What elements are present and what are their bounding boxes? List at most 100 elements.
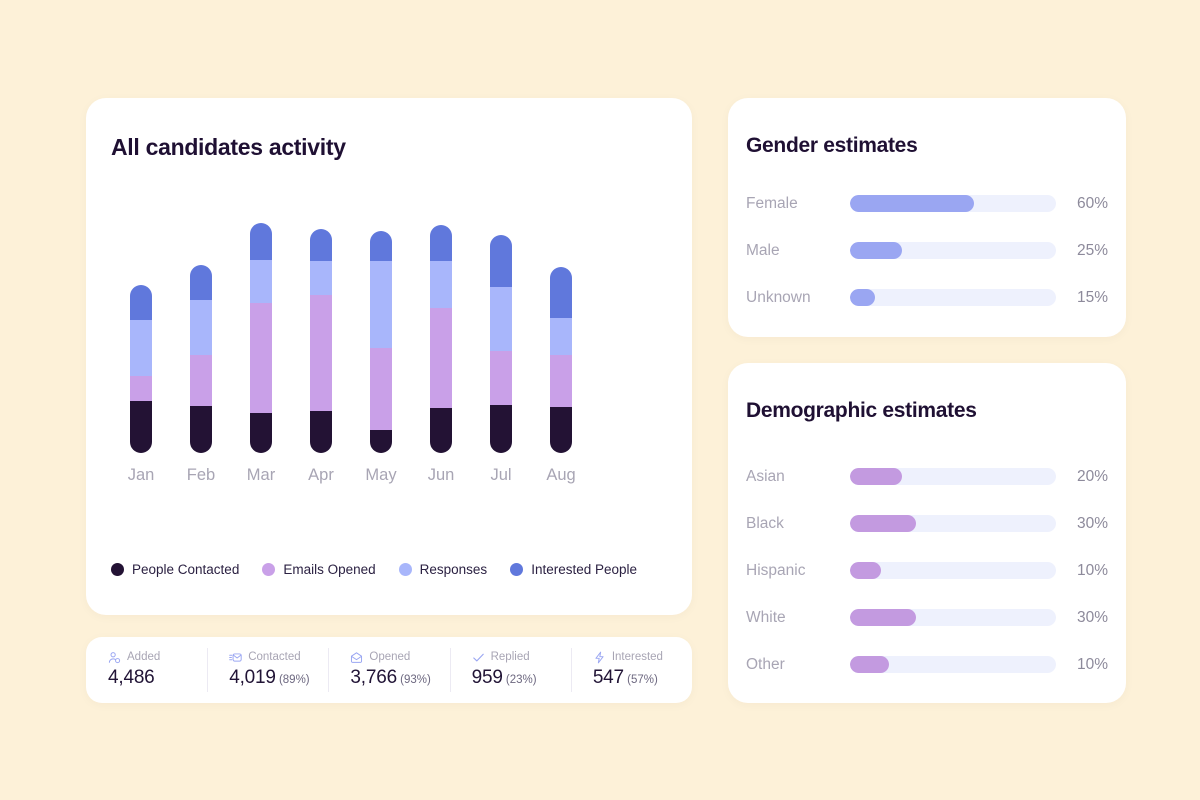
chart-bar[interactable] [550,267,572,453]
demographic-estimate-value: 30% [1076,608,1108,626]
gender-estimates-list: Female 60% Male 25% Unknown 15% [746,180,1108,321]
chart-bar-segment [130,401,152,453]
demographic-estimate-row[interactable]: Asian 20% [746,453,1108,500]
legend-color-dot-icon [262,563,276,576]
stat-header: Added [108,648,207,666]
chart-bar[interactable] [310,229,332,453]
chart-x-label: Apr [308,466,334,484]
gender-estimate-fill [850,289,875,306]
chart-bar-slot[interactable] [171,198,231,453]
demographic-estimate-row[interactable]: White 30% [746,594,1108,641]
summary-stats-row: Added 4,486 Contacted 4,019 (89%) Opened 3,76… [86,637,692,703]
stat-contacted[interactable]: Contacted 4,019 (89%) [207,648,328,692]
legend-item[interactable]: Responses [398,562,488,577]
gender-estimate-row[interactable]: Unknown 15% [746,274,1108,321]
chart-x-label: Jul [490,466,512,484]
gender-estimate-label: Unknown [746,288,811,306]
demographic-estimate-row[interactable]: Black 30% [746,500,1108,547]
all-candidates-activity-card: All candidates activity Jan Feb Mar Apr May J… [86,98,692,615]
chart-bar-segment [310,411,332,453]
chart-bar-segment [190,406,212,453]
gender-estimates-card: Gender estimates Female 60% Male 25% Unknown… [728,98,1126,337]
stat-opened[interactable]: Opened 3,766 (93%) [328,648,449,692]
stat-label: Contacted [248,651,301,663]
stat-percent: (89%) [275,674,310,686]
stat-label: Added [127,651,161,663]
legend-item[interactable]: People Contacted [111,562,239,577]
gender-estimates-title: Gender estimates [746,134,918,157]
demographic-estimates-card: Demographic estimates Asian 20% Black 30% Hi… [728,363,1126,703]
chart-bar-slot[interactable] [471,198,531,453]
chart-bar-segment [130,376,152,401]
legend-label: People Contacted [132,562,240,577]
chart-x-label: Feb [186,466,216,484]
legend-label: Emails Opened [283,562,376,577]
demographic-estimate-track [850,656,1056,673]
chart-bar-segment [250,303,272,413]
chart-x-axis-labels: Jan Feb Mar Apr May Jun Jul Aug [111,466,611,485]
chart-bar-segment [550,318,572,355]
chart-bar-segment [250,260,272,303]
gender-estimate-track [850,242,1056,259]
legend-item[interactable]: Interested People [510,562,637,577]
chart-bar[interactable] [250,223,272,453]
stat-added[interactable]: Added 4,486 [86,648,207,692]
gender-estimate-row[interactable]: Male 25% [746,227,1108,274]
stat-header: Contacted [229,648,328,666]
chart-bar-segment [310,261,332,295]
chart-bar-segment [370,348,392,430]
chart-bar-segment [430,408,452,453]
legend-item[interactable]: Emails Opened [262,562,376,577]
stat-percent: (23%) [502,674,537,686]
gender-estimate-fill [850,195,974,212]
chart-bar-segment [370,430,392,453]
legend-label: Interested People [531,562,638,577]
chart-bar-segment [310,295,332,411]
stat-header: Interested [593,648,692,666]
gender-estimate-track [850,289,1056,306]
page-title: All candidates activity [111,134,346,160]
person-add-icon [108,651,121,664]
chart-bar-segment [190,265,212,300]
chart-bar[interactable] [490,235,512,453]
chart-bar-slot[interactable] [411,198,471,453]
stat-interested[interactable]: Interested 547 (57%) [570,648,692,692]
chart-bar[interactable] [190,265,212,453]
demographic-estimate-track [850,609,1056,626]
chart-x-label: Jun [427,466,455,484]
stat-label: Interested [611,651,663,663]
chart-bar-slot[interactable] [231,198,291,453]
demographic-estimate-fill [850,656,890,673]
chart-bar-slot[interactable] [531,198,591,453]
chart-bar-segment [310,229,332,261]
legend-color-dot-icon [111,563,124,576]
chart-bar[interactable] [130,285,152,453]
chart-bar-slot[interactable] [111,198,171,453]
chart-bar-segment [490,235,512,287]
demographic-estimate-label: Black [746,514,784,532]
gender-estimate-row[interactable]: Female 60% [746,180,1108,227]
demographic-estimates-title: Demographic estimates [746,399,977,422]
demographic-estimate-fill [850,515,916,532]
stat-header: Replied [472,648,571,666]
stat-percent: (93%) [396,674,431,686]
demographic-estimate-value: 20% [1076,467,1108,485]
chart-x-label: Jan [127,466,155,484]
legend-label: Responses [419,562,488,577]
chart-bars [111,198,611,453]
chart-bar-slot[interactable] [351,198,411,453]
summary-stats-card: Added 4,486 Contacted 4,019 (89%) Opened 3,76… [86,637,692,703]
stat-value: 959 (23%) [471,667,537,688]
chart-bar[interactable] [430,225,452,453]
legend-color-dot-icon [510,563,524,576]
demographic-estimate-row[interactable]: Other 10% [746,641,1108,688]
send-mail-icon [229,651,242,664]
demographic-estimate-row[interactable]: Hispanic 10% [746,547,1108,594]
chart-bar-segment [490,287,512,351]
stat-replied[interactable]: Replied 959 (23%) [449,648,571,692]
chart-bar-segment [130,320,152,376]
demographic-estimate-value: 30% [1076,514,1108,532]
chart-bar-segment [370,261,392,348]
chart-bar[interactable] [370,231,392,453]
chart-bar-slot[interactable] [291,198,351,453]
